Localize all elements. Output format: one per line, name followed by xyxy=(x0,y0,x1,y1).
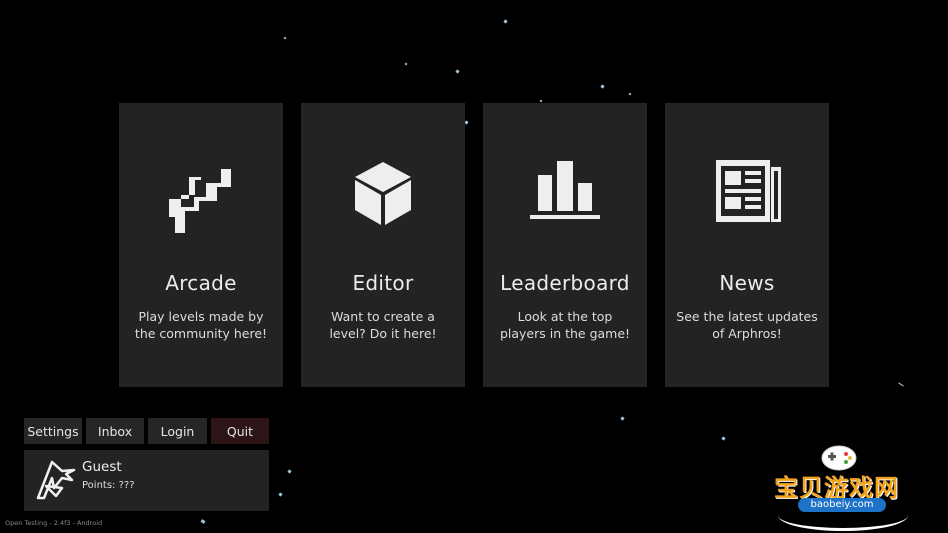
particle xyxy=(898,382,904,387)
card-description: Look at the top players in the game! xyxy=(499,309,631,341)
site-watermark: 宝贝游戏网 baobeiy.com xyxy=(770,440,930,531)
card-description: Want to create a level? Do it here! xyxy=(329,309,437,341)
inbox-button[interactable]: Inbox xyxy=(86,418,144,444)
particle xyxy=(283,36,287,40)
settings-button[interactable]: Settings xyxy=(24,418,82,444)
particle xyxy=(503,19,508,24)
particle xyxy=(464,120,469,125)
news-card[interactable]: News See the latest updates of Arphros! xyxy=(665,103,829,387)
particle xyxy=(278,492,283,497)
card-title: News xyxy=(719,271,775,295)
login-button[interactable]: Login xyxy=(148,418,207,444)
card-title: Arcade xyxy=(165,271,237,295)
particle xyxy=(620,416,625,421)
particle xyxy=(200,519,206,524)
leaderboard-card[interactable]: Leaderboard Look at the top players in t… xyxy=(483,103,647,387)
card-description: Play levels made by the community here! xyxy=(134,309,268,341)
particle xyxy=(600,84,605,89)
particle xyxy=(455,69,460,74)
player-name: Guest xyxy=(82,459,122,475)
arcade-runner-icon xyxy=(161,157,241,237)
profile-panel: Guest Points: ??? xyxy=(24,450,269,511)
particle xyxy=(404,62,408,66)
particle xyxy=(539,99,543,103)
player-points: Points: ??? xyxy=(82,480,135,491)
watermark-domain: baobeiy.com xyxy=(798,498,886,512)
card-title: Leaderboard xyxy=(500,271,630,295)
card-description: See the latest updates of Arphros! xyxy=(676,309,818,341)
card-title: Editor xyxy=(352,271,414,295)
quit-button[interactable]: Quit xyxy=(211,418,269,444)
arcade-card[interactable]: Arcade Play levels made by the community… xyxy=(119,103,283,387)
particle xyxy=(628,92,632,96)
cube-icon xyxy=(343,157,423,237)
particle xyxy=(721,436,726,441)
bar-chart-icon xyxy=(525,157,605,237)
version-label: Open Testing - 2.4f3 - Android xyxy=(5,519,103,527)
editor-card[interactable]: Editor Want to create a level? Do it her… xyxy=(301,103,465,387)
particle xyxy=(287,469,292,474)
arphros-logo-icon xyxy=(32,458,76,502)
newspaper-icon xyxy=(707,157,787,237)
